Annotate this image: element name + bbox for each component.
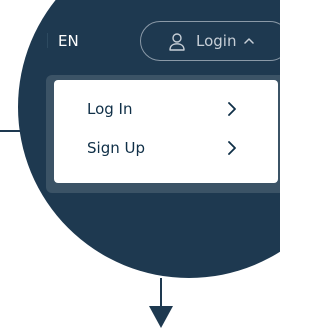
menu-item-label: Log In: [87, 100, 133, 118]
login-dropdown-menu: Log In Sign Up: [54, 80, 278, 183]
arrow-down-icon: [149, 306, 173, 328]
language-selector[interactable]: EN: [47, 27, 79, 55]
login-label: Login: [196, 32, 237, 50]
user-icon: [169, 33, 185, 51]
chevron-right-icon: [228, 102, 236, 116]
callout-down-line: [160, 278, 162, 308]
chevron-right-icon: [228, 141, 236, 155]
language-separator: [47, 33, 48, 48]
chevron-up-icon: [244, 38, 254, 44]
menu-item-sign-up[interactable]: Sign Up: [54, 136, 278, 160]
menu-item-label: Sign Up: [87, 139, 145, 157]
menu-item-log-in[interactable]: Log In: [54, 97, 278, 121]
login-button[interactable]: Login: [140, 21, 280, 61]
zoom-callout: Log In Sign Up EN Login: [0, 0, 280, 334]
language-label: EN: [58, 32, 79, 50]
